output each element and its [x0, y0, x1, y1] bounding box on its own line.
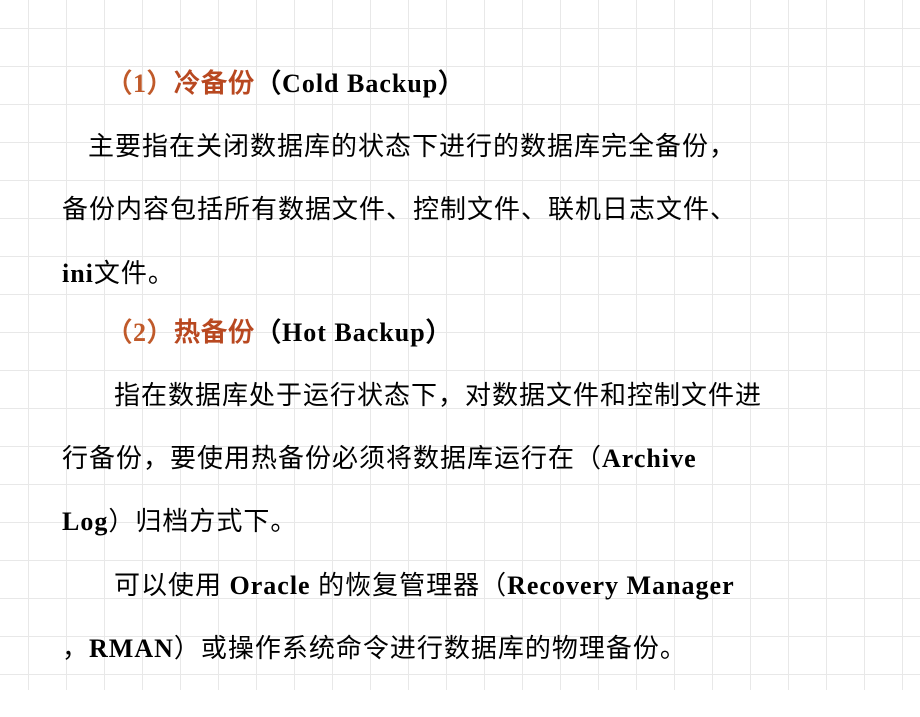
archive-text: Archive — [602, 444, 697, 473]
heading-1: （1）冷备份（Cold Backup） — [106, 55, 858, 112]
heading-2: （2）热备份（Hot Backup） — [106, 304, 858, 361]
bracket-close-1: ） — [438, 69, 465, 98]
para-2a-line-2a: 行备份，要使用热备份必须将数据库运行在（ — [62, 444, 602, 473]
log-text: Log — [62, 507, 108, 536]
oracle-text: Oracle — [230, 571, 311, 600]
para-2a-line-2: 行备份，要使用热备份必须将数据库运行在（Archive — [62, 430, 858, 487]
para-1-line-3b: 文件。 — [94, 259, 175, 288]
para-2a-line-1: 指在数据库处于运行状态下，对数据文件和控制文件进 — [62, 367, 858, 424]
term-hot-backup-en: Hot Backup — [282, 318, 426, 347]
para-2b-line-2a: ， — [62, 634, 89, 663]
bracket-open-1: （ — [255, 69, 282, 98]
para-2b-line-2: ，RMAN）或操作系统命令进行数据库的物理备份。 — [62, 620, 858, 677]
term-hot-backup-cn: 热备份 — [174, 318, 255, 347]
para-2b-line-1a: 可以使用 — [114, 571, 230, 600]
term-cold-backup-en: Cold Backup — [282, 69, 438, 98]
ini-text: ini — [62, 259, 94, 288]
para-2b-line-2c: ）或操作系统命令进行数据库的物理备份。 — [174, 634, 687, 663]
recovery-manager-text: Recovery Manager — [507, 571, 735, 600]
bracket-open-2: （ — [255, 318, 282, 347]
para-2a-line-3: Log）归档方式下。 — [62, 493, 858, 550]
section-number-2: （2） — [106, 318, 174, 347]
para-2b-line-1c: 的恢复管理器（ — [311, 571, 508, 600]
term-cold-backup-cn: 冷备份 — [174, 69, 255, 98]
para-1-line-3: ini文件。 — [62, 245, 858, 302]
para-1-line-2: 备份内容包括所有数据文件、控制文件、联机日志文件、 — [62, 181, 858, 238]
document-content: （1）冷备份（Cold Backup） 主要指在关闭数据库的状态下进行的数据库完… — [0, 0, 920, 717]
rman-text: RMAN — [89, 634, 174, 663]
section-number-1: （1） — [106, 69, 174, 98]
para-2b-line-1: 可以使用 Oracle 的恢复管理器（Recovery Manager — [62, 557, 858, 614]
para-1-line-1: 主要指在关闭数据库的状态下进行的数据库完全备份， — [62, 118, 858, 175]
para-2a-line-3b: ）归档方式下。 — [108, 507, 297, 536]
bracket-close-2: ） — [426, 318, 453, 347]
